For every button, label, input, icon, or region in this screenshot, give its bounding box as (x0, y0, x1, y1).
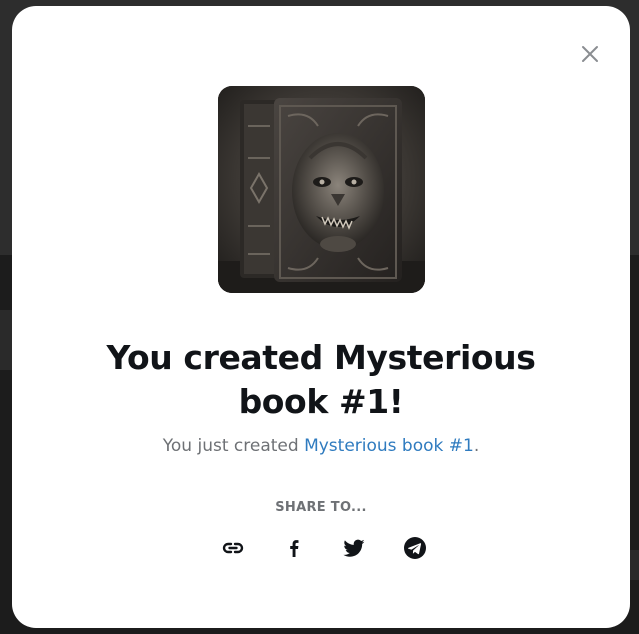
creation-success-dialog: You created Mysterious book #1! You just… (12, 6, 630, 628)
share-label: SHARE TO... (275, 500, 367, 515)
page-backdrop-strip (0, 310, 12, 370)
mysterious-book-artwork (218, 86, 425, 293)
subtitle-prefix: You just created (162, 436, 305, 456)
telegram-icon (403, 537, 426, 559)
copy-link-button[interactable] (219, 534, 247, 562)
twitter-icon (343, 539, 365, 557)
subtitle-suffix: . (473, 436, 480, 456)
facebook-share-button[interactable] (280, 534, 308, 562)
facebook-icon (289, 540, 299, 557)
close-icon (582, 46, 598, 62)
link-icon (222, 542, 244, 554)
nft-link[interactable]: Mysterious book #1 (304, 436, 474, 456)
page-backdrop-strip (629, 550, 639, 580)
share-buttons (219, 534, 429, 562)
dialog-subtitle: You just created Mysterious book #1. (52, 436, 590, 456)
telegram-share-button[interactable] (401, 534, 429, 562)
dialog-title: You created Mysterious book #1! (106, 338, 536, 421)
close-button[interactable] (578, 42, 602, 66)
twitter-share-button[interactable] (340, 534, 368, 562)
